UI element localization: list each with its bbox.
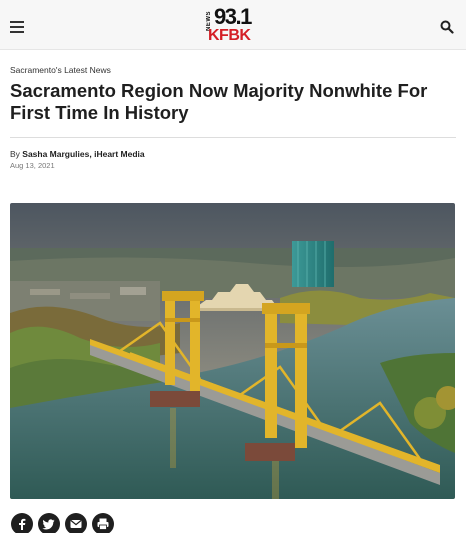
byline-prefix: By: [10, 149, 23, 159]
site-header: NEWS 93.1 KFBK: [0, 0, 466, 50]
section-label[interactable]: Sacramento's Latest News: [10, 65, 111, 75]
article-hero-image: [10, 203, 455, 499]
hamburger-line: [10, 21, 24, 23]
author-link[interactable]: Sasha Margulies, iHeart Media: [22, 149, 144, 159]
twitter-icon[interactable]: [38, 513, 60, 533]
hamburger-line: [10, 31, 24, 33]
station-logo[interactable]: NEWS 93.1 KFBK: [206, 4, 260, 46]
article-title: Sacramento Region Now Majority Nonwhite …: [10, 80, 428, 123]
search-icon[interactable]: [440, 20, 456, 36]
hamburger-menu-button[interactable]: [10, 21, 24, 33]
publish-date: Aug 13, 2021: [10, 161, 55, 170]
byline: By Sasha Margulies, iHeart Media: [10, 149, 145, 159]
hamburger-line: [10, 26, 24, 28]
logo-frequency: 93.1: [214, 4, 252, 29]
email-icon[interactable]: [65, 513, 87, 533]
logo-callsign: KFBK: [208, 27, 251, 44]
facebook-icon[interactable]: [11, 513, 33, 533]
title-divider: [10, 137, 456, 138]
print-icon[interactable]: [92, 513, 114, 533]
